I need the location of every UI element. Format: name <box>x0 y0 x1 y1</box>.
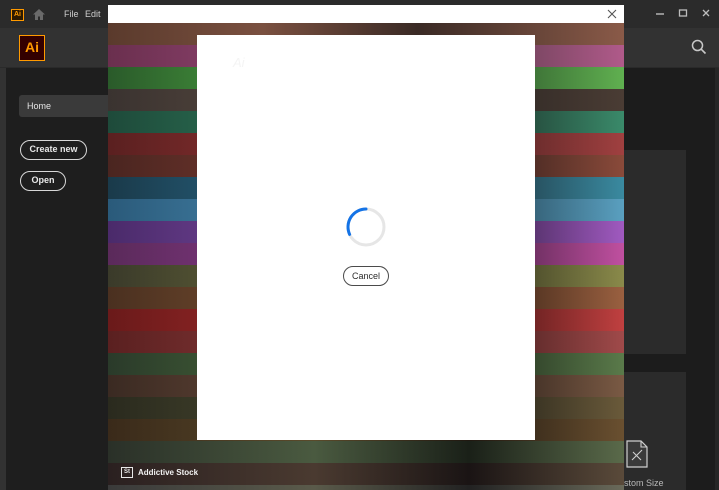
illustrator-logo: Ai <box>19 35 45 61</box>
sidebar-item-home[interactable]: Home <box>19 95 108 117</box>
loading-dialog: Ai Cancel <box>197 35 535 440</box>
close-icon[interactable] <box>697 6 715 20</box>
maximize-icon[interactable] <box>674 6 692 20</box>
preset-panel-lower <box>624 372 686 490</box>
stock-badge: St <box>121 467 133 478</box>
custom-size-label: stom Size <box>624 478 664 488</box>
cancel-button[interactable]: Cancel <box>343 266 389 286</box>
stock-credit: St Addictive Stock <box>121 467 198 478</box>
preset-panel <box>624 150 686 354</box>
menu-file[interactable]: File <box>64 9 79 19</box>
window-controls <box>651 4 715 22</box>
custom-size-icon[interactable] <box>626 440 648 468</box>
sidebar: Home Create new Open <box>6 68 108 490</box>
loading-spinner-icon <box>346 207 386 247</box>
search-icon[interactable] <box>691 39 707 55</box>
faint-logo-mark: Ai <box>233 55 245 70</box>
stock-credit-label: Addictive Stock <box>138 468 199 477</box>
minimize-icon[interactable] <box>651 6 669 20</box>
app-icon: Ai <box>11 9 24 21</box>
create-new-button[interactable]: Create new <box>20 140 87 160</box>
close-icon[interactable] <box>606 8 618 20</box>
home-icon[interactable] <box>32 8 46 21</box>
menu-edit[interactable]: Edit <box>85 9 101 19</box>
open-button[interactable]: Open <box>20 171 66 191</box>
